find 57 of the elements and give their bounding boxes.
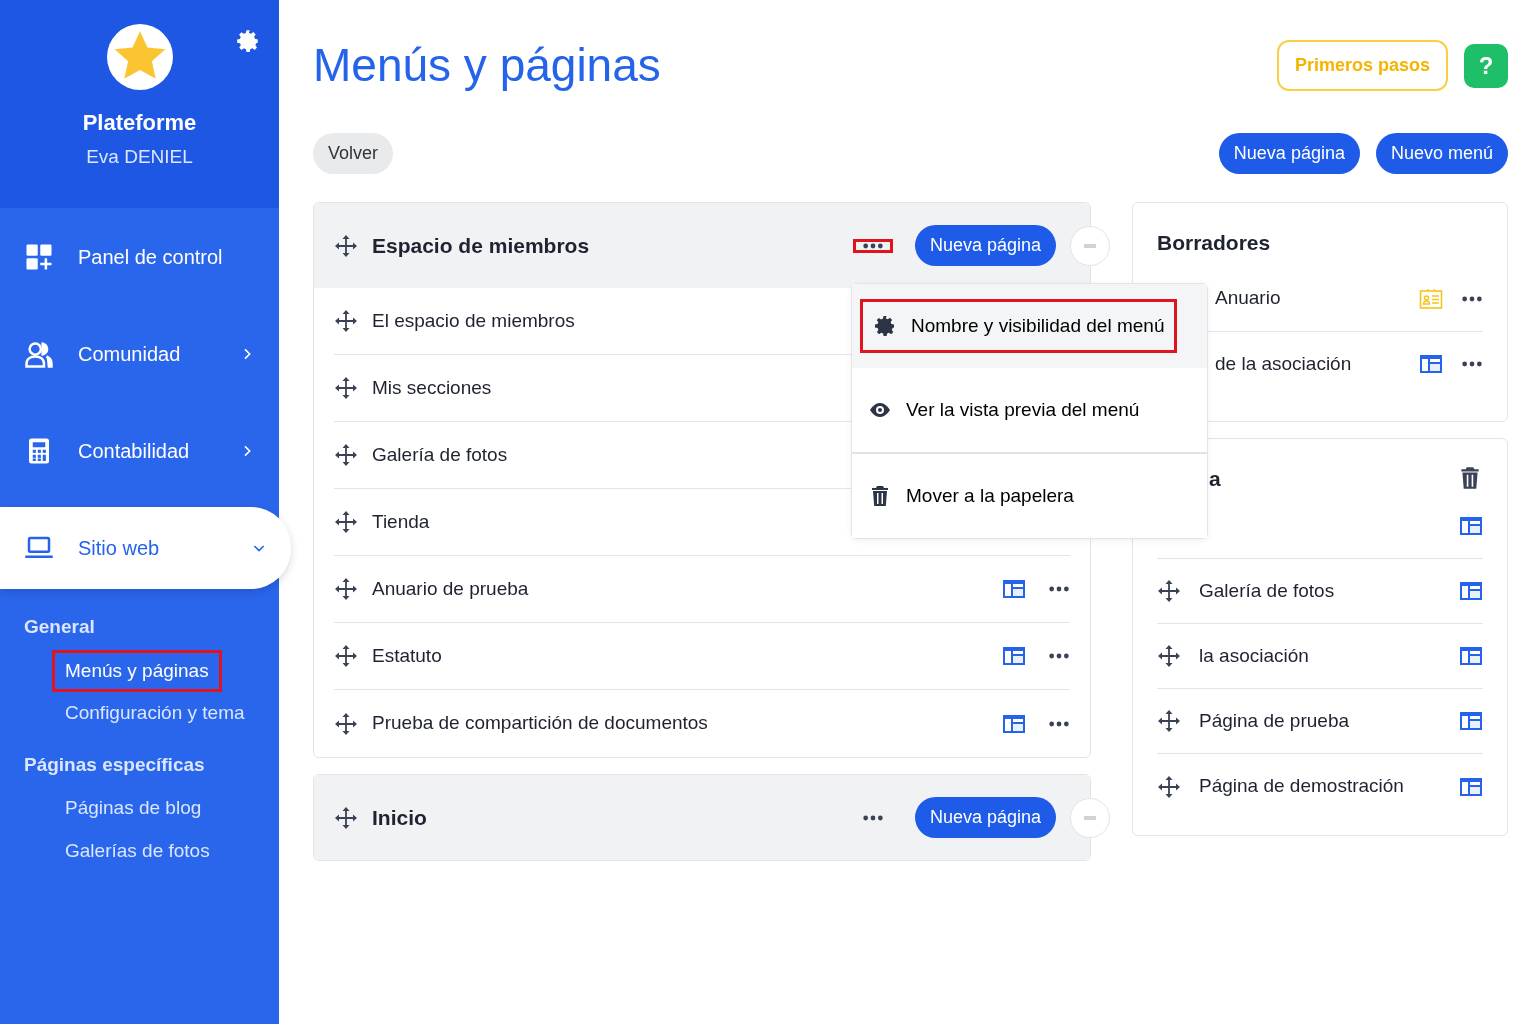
page-title: Menús y páginas bbox=[313, 38, 661, 93]
back-button[interactable]: Volver bbox=[313, 133, 394, 175]
settings-icon bbox=[873, 314, 897, 338]
more-icon bbox=[861, 241, 884, 250]
more-button[interactable] bbox=[852, 238, 893, 253]
menu-item-label: Prueba de compartición de documentos bbox=[372, 711, 708, 736]
subnav-link[interactable]: Galerías de fotos bbox=[52, 829, 223, 872]
move-handle-icon[interactable] bbox=[1157, 774, 1181, 799]
nav-item[interactable]: Contabilidad bbox=[0, 402, 279, 499]
move-handle-icon[interactable] bbox=[334, 644, 358, 669]
card-title: a bbox=[1209, 465, 1221, 492]
menu-item-label: Galería de fotos bbox=[372, 442, 508, 467]
subnav-link[interactable]: Páginas de blog bbox=[52, 787, 215, 830]
move-handle-icon[interactable] bbox=[334, 711, 358, 736]
toolbar-button[interactable]: Nuevo menú bbox=[1375, 133, 1508, 175]
contact-card-icon bbox=[1419, 286, 1443, 311]
menu-title: Inicio bbox=[372, 804, 428, 831]
move-handle-icon[interactable] bbox=[334, 805, 358, 830]
menu-item-label: Estatuto bbox=[372, 643, 442, 668]
more-icon bbox=[861, 813, 884, 822]
new-page-button[interactable]: Nueva página bbox=[914, 797, 1056, 839]
toolbar-button[interactable]: Nueva página bbox=[1218, 133, 1360, 175]
user-name: Eva DENIEL bbox=[86, 145, 193, 169]
move-handle-icon[interactable] bbox=[334, 443, 358, 468]
move-handle-icon[interactable] bbox=[334, 376, 358, 401]
menu-item-label: Anuario de prueba bbox=[372, 576, 529, 601]
page-label: Página de demostración bbox=[1199, 774, 1405, 799]
menu-option[interactable]: Ver la vista previa del menú bbox=[852, 368, 1207, 452]
section-title: General bbox=[23, 615, 96, 639]
draft-label: Anuario bbox=[1215, 286, 1282, 311]
page-label: la asociación bbox=[1199, 643, 1310, 668]
move-handle-icon[interactable] bbox=[334, 309, 358, 334]
menu-title: Espacio de miembros bbox=[372, 232, 591, 259]
nav-item[interactable]: Sitio web bbox=[0, 507, 291, 589]
menu-item-label: Tienda bbox=[372, 509, 430, 534]
section-title: Páginas específicas bbox=[23, 752, 206, 777]
page-label: Galería de fotos bbox=[1199, 578, 1336, 603]
nav-item[interactable]: Panel de control bbox=[0, 208, 279, 305]
draft-label: de la asociación bbox=[1215, 351, 1353, 376]
nav-item[interactable]: Comunidad bbox=[0, 305, 279, 402]
subnav-link[interactable]: Menús y páginas bbox=[52, 649, 222, 692]
organization-name: Plateforme bbox=[82, 109, 197, 137]
menu-item-label: El espacio de miembros bbox=[372, 308, 575, 333]
card-title: Borradores bbox=[1157, 230, 1272, 257]
subnav-link[interactable]: Configuración y tema bbox=[52, 692, 258, 735]
menu-option[interactable]: Nombre y visibilidad del menú bbox=[852, 284, 1207, 368]
move-handle-icon[interactable] bbox=[1157, 709, 1181, 734]
settings-icon[interactable] bbox=[235, 28, 261, 54]
menu-option[interactable]: Mover a la papelera bbox=[852, 454, 1207, 538]
page-label: Página de prueba bbox=[1199, 708, 1350, 733]
move-handle-icon[interactable] bbox=[1157, 579, 1181, 604]
move-handle-icon[interactable] bbox=[334, 510, 358, 535]
move-handle-icon[interactable] bbox=[334, 577, 358, 602]
move-handle-icon[interactable] bbox=[334, 233, 358, 258]
menu-item-label: Mis secciones bbox=[372, 375, 492, 400]
move-handle-icon[interactable] bbox=[1157, 644, 1181, 669]
new-page-button[interactable]: Nueva página bbox=[914, 225, 1056, 267]
